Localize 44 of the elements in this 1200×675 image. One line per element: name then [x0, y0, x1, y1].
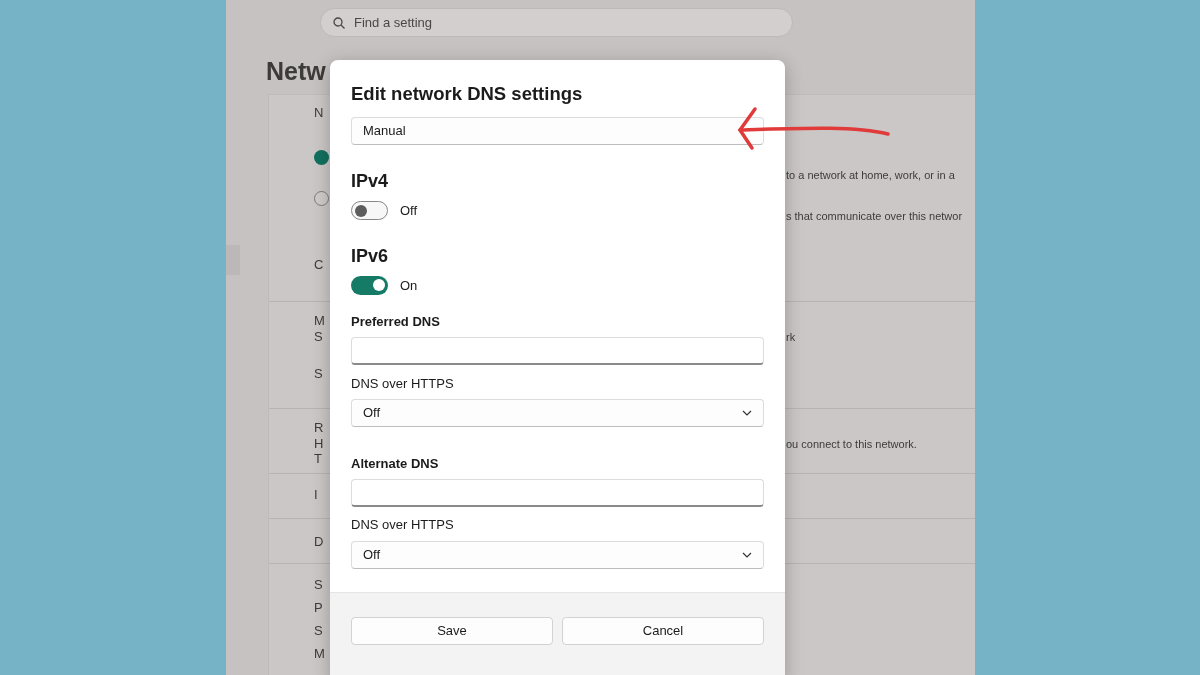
search-placeholder: Find a setting: [354, 13, 433, 32]
setting-label: S: [314, 366, 323, 381]
setting-label: I: [314, 487, 318, 502]
setting-label: C: [314, 257, 324, 272]
setting-label: M: [314, 646, 325, 661]
dialog-title: Edit network DNS settings: [351, 82, 584, 106]
setting-label: M: [314, 313, 325, 328]
field-label: DNS over HTTPS: [351, 375, 455, 393]
field-label: Alternate DNS: [351, 455, 440, 473]
chevron-down-icon: [742, 551, 752, 559]
setting-label: S: [314, 623, 323, 638]
radio-button[interactable]: [314, 150, 329, 165]
toggle-label: Off: [400, 202, 418, 220]
radio-button[interactable]: [314, 191, 329, 206]
dropdown[interactable]: Off: [351, 399, 764, 427]
toggle-switch[interactable]: [351, 275, 388, 295]
setting-description: to a network at home, work, or in a: [786, 169, 955, 181]
setting-description: s that communicate over this networ: [786, 210, 963, 222]
section-heading: IPv4: [351, 170, 390, 193]
setting-label: S: [314, 329, 323, 344]
dropdown[interactable]: Off: [351, 541, 764, 569]
setting-description: rk: [786, 331, 796, 343]
text-field[interactable]: [351, 337, 764, 365]
cancel-button[interactable]: Cancel: [562, 617, 764, 645]
toggle-switch[interactable]: [351, 201, 388, 221]
page-heading: Netw: [266, 56, 327, 87]
setting-label: P: [314, 600, 323, 615]
setting-description: ou connect to this network.: [786, 438, 917, 450]
setting-label: R: [314, 420, 324, 435]
text-field[interactable]: [351, 479, 764, 507]
save-button[interactable]: Save: [351, 617, 553, 645]
chevron-down-icon: [742, 409, 752, 417]
field-label: Preferred DNS: [351, 313, 441, 331]
toggle-label: On: [400, 276, 418, 295]
section-heading: IPv6: [351, 244, 390, 268]
setting-label: T: [314, 451, 322, 466]
search-field[interactable]: Find a setting: [320, 8, 793, 37]
setting-label: H: [314, 436, 324, 451]
setting-label: D: [314, 534, 324, 549]
field-label: DNS over HTTPS: [351, 516, 455, 534]
search-icon: [333, 16, 345, 29]
dns-mode-dropdown[interactable]: Manual: [351, 117, 764, 145]
setting-label: N: [314, 105, 324, 120]
setting-label: S: [314, 577, 323, 592]
